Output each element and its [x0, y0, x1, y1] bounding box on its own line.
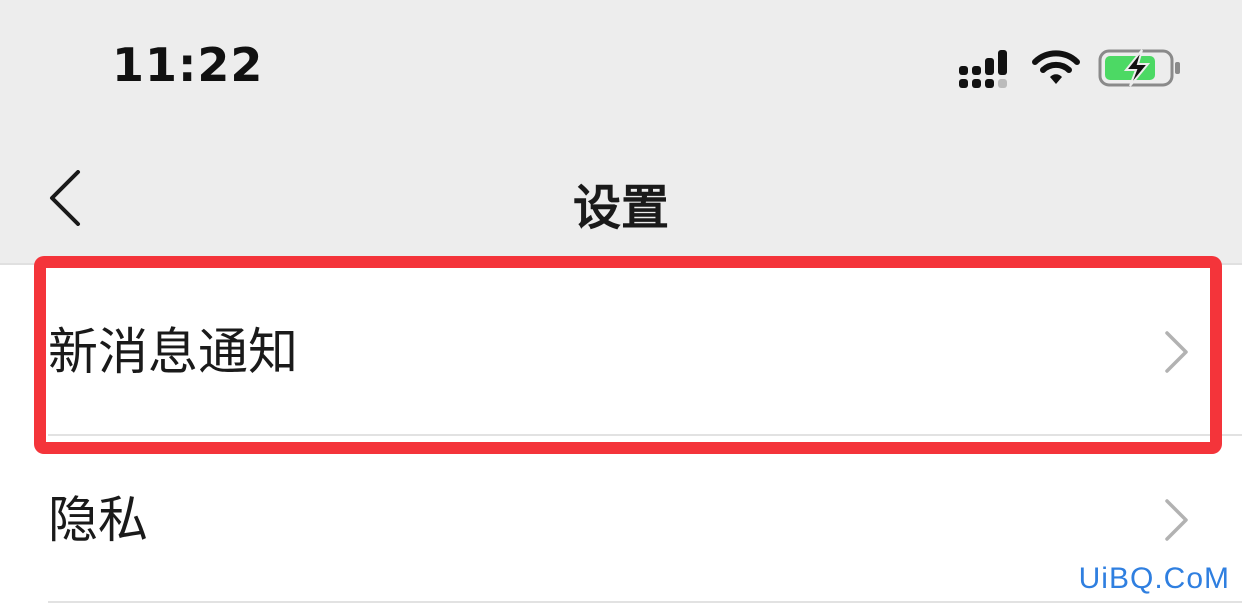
wifi-icon [1032, 50, 1080, 84]
status-bar: 11:22 [0, 0, 1242, 132]
battery-charging-icon [1098, 49, 1180, 87]
chevron-right-icon [1165, 331, 1188, 373]
settings-item-privacy[interactable]: 隐私 [0, 437, 1242, 603]
status-time: 11:22 [112, 38, 264, 92]
signal-icon [959, 50, 1007, 88]
nav-bar: 设置 [0, 132, 1242, 265]
settings-item-label: 隐私 [48, 491, 148, 549]
watermark: UiBQ.CoM [1078, 562, 1230, 595]
settings-item-new-message-notification[interactable]: 新消息通知 [0, 265, 1242, 435]
page-title: 设置 [572, 180, 669, 236]
chevron-right-icon [1165, 499, 1188, 541]
settings-item-label: 新消息通知 [48, 323, 298, 381]
divider [48, 434, 1242, 436]
